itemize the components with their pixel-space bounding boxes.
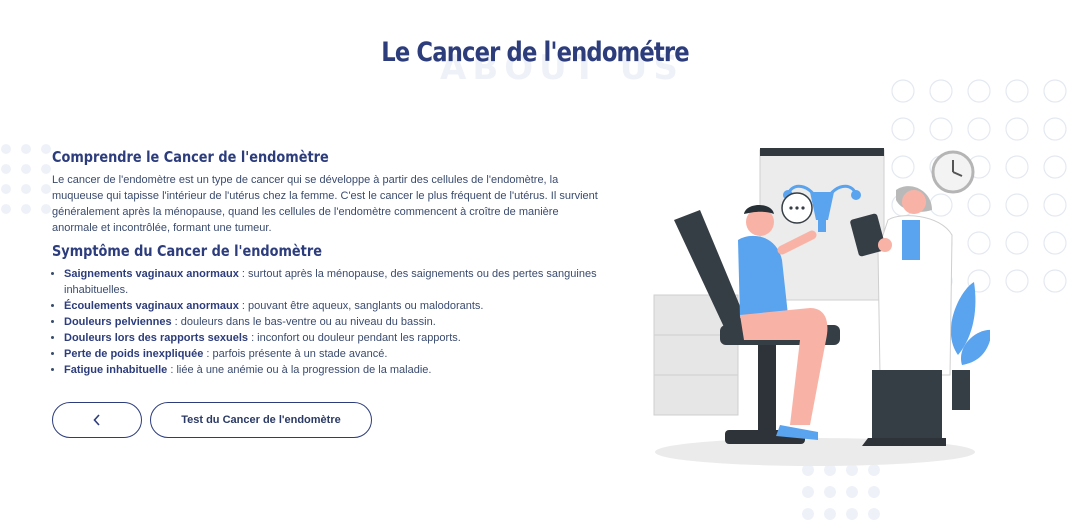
list-item: Écoulements vaginaux anormaux : pouvant … [64, 298, 609, 314]
symptom-term: Douleurs lors des rapports sexuels [64, 332, 249, 344]
doctor-patient-illustration [653, 148, 990, 466]
symptom-desc: : inconfort ou douleur pendant les rappo… [248, 332, 461, 344]
decorative-dots-bottom [802, 464, 880, 520]
symptom-list: Saignements vaginaux anormaux : surtout … [52, 266, 609, 378]
symptom-term: Fatigue inhabituelle [64, 364, 168, 376]
symptom-desc: : liée à une anémie ou à la progression … [167, 364, 432, 376]
symptom-term: Saignements vaginaux anormaux [64, 268, 239, 280]
content-section: Comprendre le Cancer de l'endomètre Le c… [52, 148, 612, 378]
symptom-desc: : douleurs dans le bas-ventre ou au nive… [171, 316, 436, 328]
symptom-term: Perte de poids inexpliquée [64, 348, 204, 360]
list-item: Douleurs pelviennes : douleurs dans le b… [64, 314, 609, 330]
test-button-label: Test du Cancer de l'endomètre [181, 414, 341, 426]
symptom-term: Écoulements vaginaux anormaux [64, 300, 239, 312]
section-heading-understand: Comprendre le Cancer de l'endomètre [52, 148, 329, 166]
page-title: Le Cancer de l'endométre [381, 37, 689, 68]
symptom-desc: : parfois présente à un stade avancé. [203, 348, 388, 360]
back-button[interactable] [52, 402, 142, 438]
list-item: Fatigue inhabituelle : liée à une anémie… [64, 362, 609, 378]
section-heading-symptoms: Symptôme du Cancer de l'endomètre [52, 242, 322, 260]
list-item: Douleurs lors des rapports sexuels : inc… [64, 330, 609, 346]
symptom-desc: : pouvant être aqueux, sanglants ou malo… [238, 300, 484, 312]
speech-bubble-icon [781, 192, 813, 224]
section-paragraph-understand: Le cancer de l'endomètre est un type de … [52, 174, 598, 234]
list-item: Saignements vaginaux anormaux : surtout … [64, 266, 609, 298]
chevron-left-icon [93, 414, 100, 426]
list-item: Perte de poids inexpliquée : parfois pré… [64, 346, 609, 362]
wall-clock-icon [931, 150, 975, 194]
symptom-term: Douleurs pelviennes [64, 316, 172, 328]
test-button[interactable]: Test du Cancer de l'endomètre [150, 402, 372, 438]
decorative-dots-left [1, 144, 51, 214]
plant-icon [950, 282, 990, 410]
doctor-figure-icon [850, 186, 953, 446]
page: ABOUT US Le Cancer de l'endométre Compre… [0, 0, 1092, 522]
